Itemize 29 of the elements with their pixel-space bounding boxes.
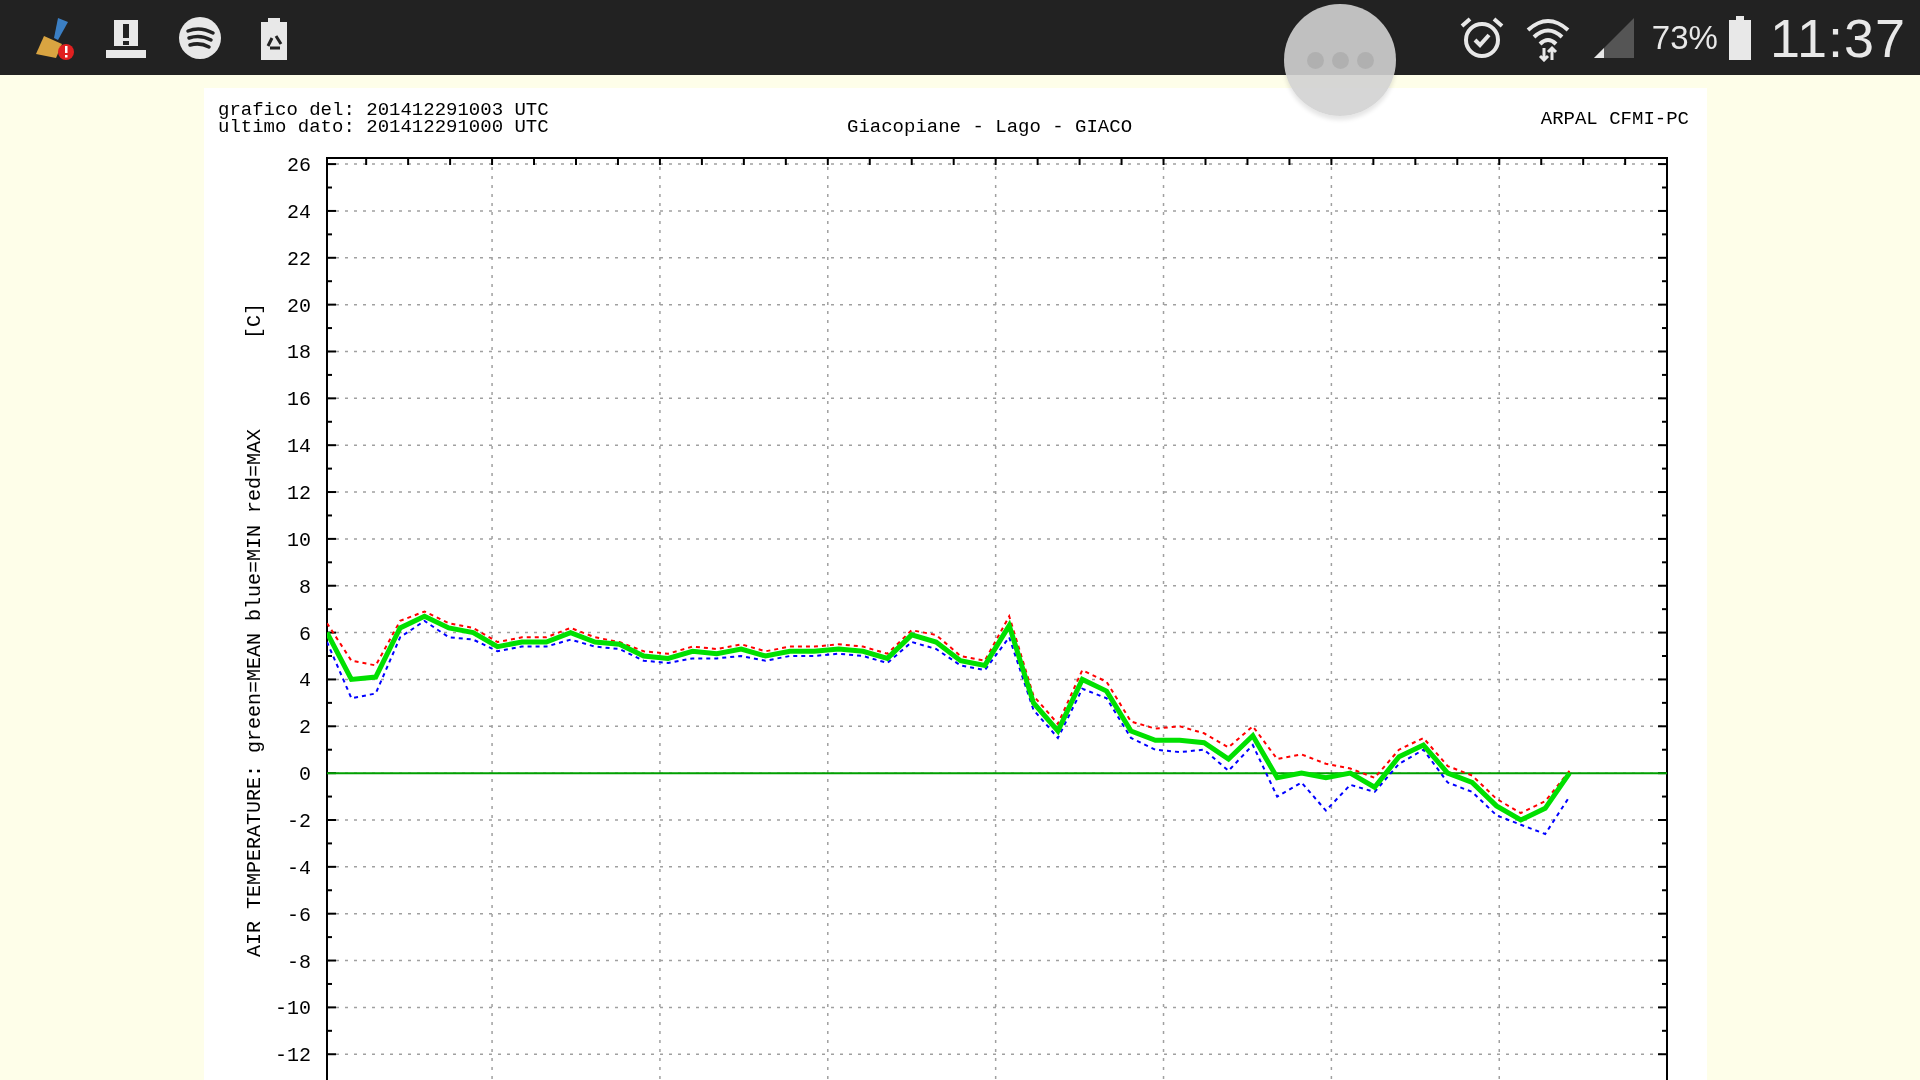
- chart-info-text: ultimo dato: 201412291000 UTC: [218, 119, 550, 136]
- y-tick-label: -8: [287, 950, 311, 974]
- y-tick-label: 10: [287, 528, 311, 552]
- y-tick-label: 16: [287, 388, 311, 412]
- battery-percentage: 73%: [1651, 18, 1718, 57]
- y-tick-label: 8: [299, 575, 311, 599]
- y-tick-label: 18: [287, 341, 311, 365]
- y-tick-label: 24: [287, 200, 311, 224]
- battery-icon[interactable]: [1727, 13, 1752, 62]
- y-tick-label: -2: [287, 810, 311, 833]
- y-tick-label: -6: [287, 903, 311, 927]
- y-tick-label: 20: [287, 294, 311, 318]
- y-tick-label: 14: [287, 435, 311, 459]
- unit-label: [C]: [243, 303, 266, 339]
- y-tick-label: 12: [287, 482, 311, 506]
- chart-info-text: grafico del: 201412291003 UTC: [218, 102, 550, 119]
- chart-title: Giacopiane - Lago - GIACO: [847, 115, 1134, 140]
- clock-time: 11:37: [1769, 6, 1906, 69]
- y-tick-label: 4: [299, 669, 311, 693]
- y-tick-label: -4: [287, 856, 311, 880]
- chart-source: ARPAL CFMI-PC: [1540, 107, 1689, 132]
- y-tick-label: -12: [275, 1044, 311, 1068]
- y-tick-label: 2: [299, 716, 311, 740]
- y-tick-label: 6: [299, 622, 311, 646]
- y-tick-label: 26: [287, 154, 311, 178]
- y-tick-label: -10: [275, 997, 311, 1021]
- y-tick-label: 0: [299, 763, 311, 787]
- y-tick-label: 22: [287, 247, 311, 271]
- y-axis-label: AIR TEMPERATURE: green=MEAN blue=MIN red=MAX: [243, 428, 266, 958]
